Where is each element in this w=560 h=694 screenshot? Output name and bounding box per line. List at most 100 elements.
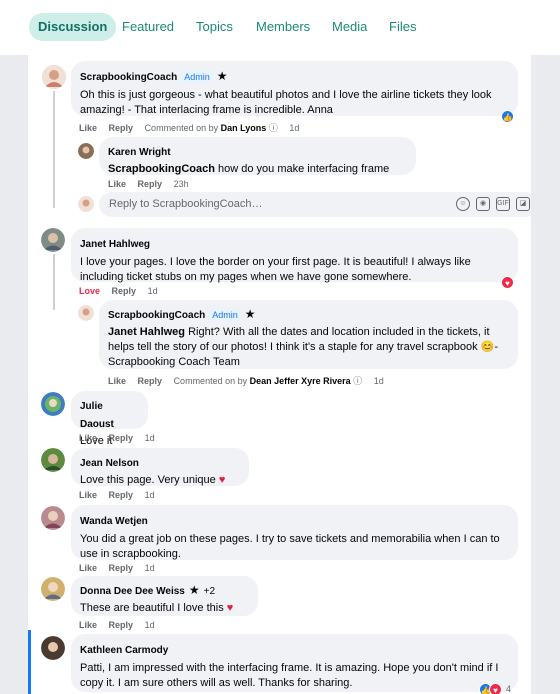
like-button[interactable]: Like xyxy=(79,490,97,500)
star-icon: ★ xyxy=(244,307,256,321)
comment-text: I love your pages. I love the border on … xyxy=(80,256,471,283)
comment-actions: Like Reply 1d xyxy=(79,563,164,573)
tab-media[interactable]: Media xyxy=(332,13,367,41)
reply-button[interactable]: Reply xyxy=(109,563,134,573)
comment-bubble: Kathleen Carmody Patti, I am impressed w… xyxy=(71,634,518,692)
reply-button[interactable]: Reply xyxy=(109,123,134,133)
love-reaction-icon[interactable]: ♥ xyxy=(489,683,502,694)
sticker-icon[interactable]: ◪ xyxy=(516,197,530,211)
comment-time[interactable]: 1d xyxy=(145,433,155,443)
avatar[interactable] xyxy=(78,305,94,321)
comment-bubble: Jean Nelson Love this page. Very unique … xyxy=(71,448,249,486)
comment-actions: Like Reply 1d xyxy=(79,433,164,443)
comment-time[interactable]: 1d xyxy=(374,376,384,386)
reply-bubble: ScrapbookingCoach Admin ★ Janet Hahlweg Ri… xyxy=(99,300,518,369)
avatar-icon xyxy=(41,228,65,252)
comment-author[interactable]: Wanda Wetjen xyxy=(80,516,148,527)
comment-text: Oh this is just gorgeous - what beautifu… xyxy=(80,89,492,116)
comment-actions: Like Reply Commented on by Dean Jeffer X… xyxy=(108,374,393,387)
tab-members[interactable]: Members xyxy=(256,13,310,41)
avatar[interactable] xyxy=(41,636,65,660)
badge-count[interactable]: +2 xyxy=(204,586,215,597)
comment-author[interactable]: Julie Daoust xyxy=(80,401,114,430)
avatar-icon xyxy=(41,392,65,416)
reaction-count[interactable]: 4 xyxy=(506,684,511,694)
tab-discussion[interactable]: Discussion xyxy=(29,13,117,41)
avatar-icon xyxy=(41,448,65,472)
like-button[interactable]: Like xyxy=(79,123,97,133)
love-button[interactable]: Love xyxy=(79,286,100,296)
admin-badge: Admin xyxy=(209,309,241,321)
emoji-icon[interactable]: ☺ xyxy=(456,197,470,211)
star-icon: ★ xyxy=(188,583,200,597)
avatar-icon xyxy=(41,636,65,660)
avatar[interactable] xyxy=(42,65,66,89)
comment-text: Love this page. Very unique xyxy=(80,474,219,486)
comment-author[interactable]: Jean Nelson xyxy=(80,458,139,469)
comment-bubble: ScrapbookingCoach Admin ★ Oh this is just … xyxy=(71,61,518,116)
reply-button[interactable]: Reply xyxy=(138,179,163,189)
thread-line xyxy=(53,91,55,208)
reply-input[interactable]: Reply to ScrapbookingCoach… ☺ ◉ GIF ◪ xyxy=(99,192,531,217)
comment-text: You did a great job on these pages. I tr… xyxy=(80,533,500,560)
commented-on-by-label: Commented on by Dean Jeffer Xyre Rivera … xyxy=(173,376,363,386)
comment-author[interactable]: Janet Hahlweg xyxy=(80,239,150,250)
reply-tools: ☺ ◉ GIF ◪ xyxy=(456,197,530,211)
comment-time[interactable]: 23h xyxy=(174,179,189,189)
avatar[interactable] xyxy=(41,506,65,530)
avatar-icon xyxy=(41,506,65,530)
comment-author[interactable]: ScrapbookingCoach xyxy=(108,310,205,321)
avatar[interactable] xyxy=(41,448,65,472)
like-button[interactable]: Like xyxy=(108,376,126,386)
comment-author[interactable]: Donna Dee Dee Weiss xyxy=(80,586,185,597)
comment-actions: Love Reply 1d xyxy=(79,286,167,296)
comment-author[interactable]: Kathleen Carmody xyxy=(80,645,168,656)
reply-button[interactable]: Reply xyxy=(109,490,134,500)
comment-time[interactable]: 1d xyxy=(148,286,158,296)
avatar-icon xyxy=(78,305,94,321)
comment-actions: Like Reply 1d xyxy=(79,620,164,630)
reply-button[interactable]: Reply xyxy=(112,286,137,296)
avatar-icon xyxy=(41,577,65,601)
avatar[interactable] xyxy=(41,577,65,601)
like-button[interactable]: Like xyxy=(79,433,97,443)
mention-link[interactable]: Janet Hahlweg xyxy=(108,326,185,338)
like-button[interactable]: Like xyxy=(108,179,126,189)
current-user-avatar xyxy=(78,196,94,212)
avatar[interactable] xyxy=(41,392,65,416)
comment-time[interactable]: 1d xyxy=(145,563,155,573)
reply-button[interactable]: Reply xyxy=(109,433,134,443)
mention-link[interactable]: ScrapbookingCoach xyxy=(108,163,215,175)
group-tabs: Discussion Featured Topics Members Media… xyxy=(0,0,560,55)
like-button[interactable]: Like xyxy=(79,620,97,630)
reply-bubble: Karen Wright ScrapbookingCoach how do yo… xyxy=(99,137,416,175)
reply-button[interactable]: Reply xyxy=(109,620,134,630)
star-icon: ★ xyxy=(216,69,228,83)
gif-icon[interactable]: GIF xyxy=(496,197,510,211)
admin-badge: Admin xyxy=(181,71,213,83)
tab-topics[interactable]: Topics xyxy=(196,13,233,41)
comment-bubble: Donna Dee Dee Weiss ★ +2 These are beautif… xyxy=(71,576,258,616)
avatar[interactable] xyxy=(41,228,65,252)
tab-files[interactable]: Files xyxy=(389,13,416,41)
reply-placeholder: Reply to ScrapbookingCoach… xyxy=(109,198,263,210)
avatar[interactable] xyxy=(78,143,94,159)
comment-actions: Like Reply 1d xyxy=(79,490,164,500)
comment-text: how do you make interfacing frame xyxy=(214,163,390,175)
comment-time[interactable]: 1d xyxy=(289,123,299,133)
comment-time[interactable]: 1d xyxy=(145,620,155,630)
tab-featured[interactable]: Featured xyxy=(122,13,174,41)
comment-author[interactable]: Karen Wright xyxy=(108,147,171,158)
thread-line xyxy=(53,254,55,310)
like-reaction-icon[interactable]: 👍 xyxy=(501,110,514,123)
avatar-icon xyxy=(78,196,94,212)
like-button[interactable]: Like xyxy=(79,563,97,573)
commented-on-by-label: Commented on by Dan Lyons ⓘ xyxy=(144,123,278,133)
comment-author[interactable]: ScrapbookingCoach xyxy=(80,72,177,83)
love-reaction-icon[interactable]: ♥ xyxy=(501,276,514,289)
avatar-icon xyxy=(78,143,94,159)
reply-button[interactable]: Reply xyxy=(138,376,163,386)
camera-icon[interactable]: ◉ xyxy=(476,197,490,211)
heart-icon: ♥ xyxy=(218,474,226,486)
comment-time[interactable]: 1d xyxy=(145,490,155,500)
